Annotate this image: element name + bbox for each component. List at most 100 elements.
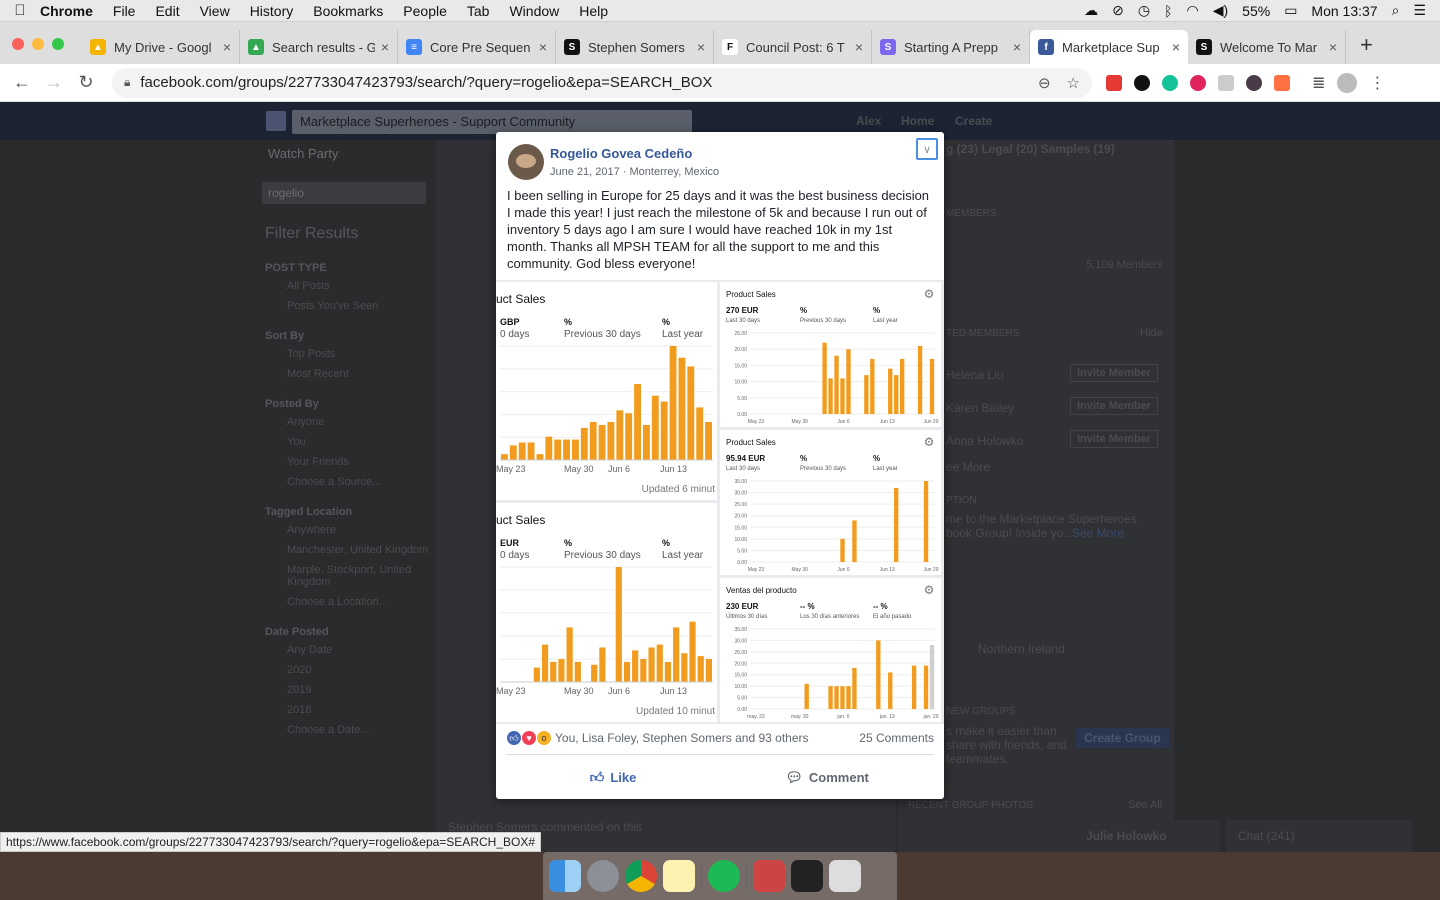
filter-option[interactable]: Your Friends <box>287 456 435 468</box>
filter-option[interactable]: You <box>287 436 435 448</box>
minimize-window-icon[interactable] <box>32 38 44 50</box>
header-user[interactable]: Alex <box>856 114 881 128</box>
location-name[interactable]: Northern Ireland <box>978 642 1065 656</box>
group-tabs[interactable]: g (23) Legal (20) Samples (19) <box>946 142 1115 156</box>
back-icon[interactable]: ← <box>6 72 38 93</box>
browser-tab[interactable]: F Council Post: 6 T × <box>714 30 872 64</box>
chat-tab-person[interactable]: Julie Holowko <box>1060 820 1220 852</box>
creative-cloud-icon[interactable]: ☁ <box>1084 2 1098 19</box>
reload-icon[interactable]: ↻ <box>70 72 102 93</box>
menu-people[interactable]: People <box>403 3 447 19</box>
zoom-icon[interactable]: ⊖ <box>1038 74 1051 92</box>
close-tab-icon[interactable]: × <box>855 39 863 55</box>
omnibox[interactable]: 🔒︎ facebook.com/groups/227733047423793/s… <box>112 67 1092 98</box>
profile-avatar-icon[interactable] <box>1337 72 1358 93</box>
chevron-down-icon[interactable]: ∨ <box>916 138 938 160</box>
filter-option[interactable]: All Posts <box>287 280 435 292</box>
filter-option[interactable]: Choose a Location... <box>287 596 435 608</box>
screenshot-thumbnail-icon[interactable] <box>791 860 823 892</box>
volume-icon[interactable]: ◀) <box>1213 2 1228 19</box>
menu-view[interactable]: View <box>200 3 230 19</box>
menu-bookmarks[interactable]: Bookmarks <box>313 3 383 19</box>
search-input[interactable]: rogelio <box>262 182 426 204</box>
chart-pane-1[interactable]: uct Sales GBP%% 0 days Previous 30 days Last… <box>496 282 717 500</box>
chart-pane-4[interactable]: Product Sales ⚙ 95.94 EUR%% Last 30 days Pre… <box>720 430 941 575</box>
browser-tab[interactable]: S Starting A Prepp × <box>872 30 1030 64</box>
filter-option[interactable]: Any Date <box>287 644 435 656</box>
screenshot-grid[interactable]: uct Sales GBP%% 0 days Previous 30 days Last… <box>496 280 944 724</box>
invite-member-button[interactable]: Invite Member <box>1070 430 1158 448</box>
watch-party-link[interactable]: Watch Party <box>268 146 338 161</box>
filter-option[interactable]: Choose a Date... <box>287 724 435 736</box>
reaction-icons[interactable]: 👍︎ ♥ o <box>506 730 552 746</box>
extension-icon[interactable] <box>1190 74 1206 91</box>
apple-icon[interactable]:  <box>0 2 40 19</box>
see-more-link[interactable]: See More <box>1072 526 1124 540</box>
post-meta[interactable]: June 21, 2017 · Monterrey, Mexico <box>550 166 719 178</box>
more-menu-icon[interactable]: ⋮ <box>1369 73 1385 93</box>
suggested-person[interactable]: Helena Liu <box>946 368 1003 382</box>
close-tab-icon[interactable]: × <box>697 39 705 55</box>
grammarly-icon[interactable] <box>1162 74 1178 91</box>
see-more-members[interactable]: ee More <box>946 460 990 474</box>
wifi-icon[interactable]: ◠ <box>1187 2 1199 19</box>
comments-count[interactable]: 25 Comments <box>859 731 934 745</box>
lock-icon[interactable]: 🔒︎ <box>124 75 130 90</box>
menu-app[interactable]: Chrome <box>40 3 93 19</box>
extension-icon[interactable] <box>1106 74 1122 91</box>
cart-extension-icon[interactable] <box>1274 74 1290 91</box>
filter-option[interactable]: Choose a Source... <box>287 476 435 488</box>
filter-option[interactable]: Anywhere <box>287 524 435 536</box>
close-tab-icon[interactable]: × <box>1329 39 1337 55</box>
group-search-input[interactable]: Marketplace Superheroes - Support Commun… <box>292 110 692 134</box>
see-all-link[interactable]: See All <box>1128 799 1162 811</box>
chart-pane-3[interactable]: Product Sales ⚙ 270 EUR%% Last 30 days Previ… <box>720 282 941 427</box>
author-name[interactable]: Rogelio Govea Cedeño <box>550 146 719 161</box>
chart-pane-5[interactable]: Ventas del producto ⚙ 230 EUR -- % -- % Últim… <box>720 578 941 722</box>
browser-tab[interactable]: ▲ My Drive - Googl × <box>82 30 240 64</box>
filter-option[interactable]: 2018 <box>287 704 435 716</box>
trash-icon[interactable] <box>829 860 861 892</box>
launchpad-icon[interactable] <box>587 860 619 892</box>
suggested-person[interactable]: Anna Holowko <box>946 434 1023 448</box>
finder-icon[interactable] <box>549 860 581 892</box>
notification-center-icon[interactable]: ☰ <box>1413 2 1426 19</box>
clock[interactable]: Mon 13:37 <box>1311 3 1377 19</box>
filter-option[interactable]: Marple, Stockport, United Kingdom <box>287 564 435 588</box>
bookmark-star-icon[interactable]: ☆ <box>1067 74 1080 92</box>
header-home[interactable]: Home <box>901 114 934 128</box>
chart-pane-2[interactable]: uct Sales EUR%% 0 days Previous 30 days Last… <box>496 503 717 722</box>
close-tab-icon[interactable]: × <box>223 39 231 55</box>
close-tab-icon[interactable]: × <box>1013 39 1021 55</box>
bluetooth-icon[interactable]: ᛒ <box>1164 3 1172 19</box>
chrome-icon[interactable] <box>625 860 657 892</box>
filter-option[interactable]: Posts You've Seen <box>287 300 435 312</box>
like-button[interactable]: 👍︎ Like <box>506 762 720 792</box>
menu-file[interactable]: File <box>113 3 136 19</box>
spotlight-icon[interactable]: ⌕ <box>1392 2 1400 19</box>
extension-icon[interactable] <box>1218 74 1234 91</box>
notes-icon[interactable] <box>663 860 695 892</box>
comment-button[interactable]: 💬︎ Comment <box>720 762 934 792</box>
filter-option[interactable]: Manchester, United Kingdom <box>287 544 435 556</box>
screenshot-thumbnail-icon[interactable] <box>753 860 785 892</box>
member-count[interactable]: 5,109 Members <box>1086 259 1162 271</box>
header-create[interactable]: Create <box>955 114 992 128</box>
filter-option[interactable]: Most Recent <box>287 368 435 380</box>
create-group-button[interactable]: Create Group <box>1076 728 1169 748</box>
dnd-icon[interactable]: ⊘ <box>1112 2 1124 19</box>
close-window-icon[interactable] <box>12 38 24 50</box>
menu-history[interactable]: History <box>250 3 294 19</box>
filter-option[interactable]: Anyone <box>287 416 435 428</box>
new-tab-button[interactable]: + <box>1346 32 1387 64</box>
spotify-icon[interactable] <box>708 860 740 892</box>
close-tab-icon[interactable]: × <box>539 39 547 55</box>
facebook-logo-icon[interactable] <box>266 111 286 131</box>
chat-bar[interactable]: Chat (241) <box>1226 820 1412 852</box>
url-text[interactable]: facebook.com/groups/227733047423793/sear… <box>140 74 712 91</box>
filter-option[interactable]: 2020 <box>287 664 435 676</box>
close-tab-icon[interactable]: × <box>1172 39 1180 55</box>
invite-member-button[interactable]: Invite Member <box>1070 364 1158 382</box>
filter-option[interactable]: Top Posts <box>287 348 435 360</box>
menu-window[interactable]: Window <box>509 3 559 19</box>
